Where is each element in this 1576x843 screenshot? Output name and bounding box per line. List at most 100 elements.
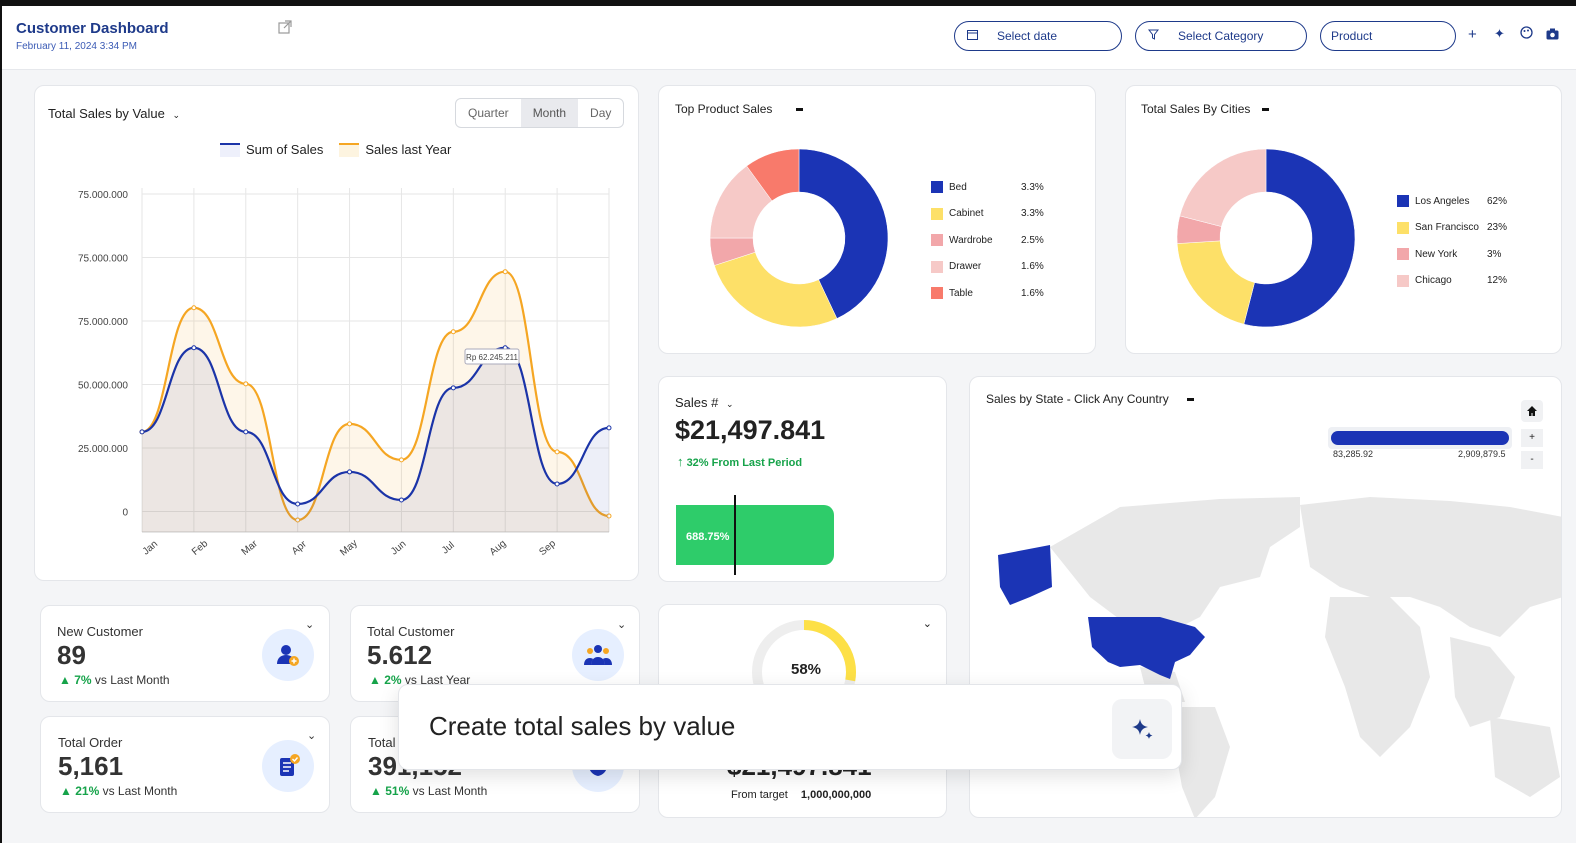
sales-line-chart: 75.000.000 75.000.000 75.000.000 50.000.000… xyxy=(78,188,612,559)
legend-item[interactable]: Cabinet 3.3% xyxy=(931,207,1044,220)
legend-item[interactable]: San Francisco 23% xyxy=(1397,221,1508,234)
legend-item[interactable]: Los Angeles 62% xyxy=(1397,195,1507,207)
legend-percent: 23% xyxy=(1487,222,1508,233)
data-point xyxy=(295,501,301,507)
minimize-icon[interactable] xyxy=(1187,398,1194,401)
progress-bar-label: 688.75% xyxy=(686,531,730,543)
sales-number-delta-text: 32% From Last Period xyxy=(686,457,803,469)
page-title: Customer Dashboard xyxy=(16,20,169,37)
legend-percent: 62% xyxy=(1487,195,1508,207)
donut-slice xyxy=(1179,148,1267,227)
category-filter[interactable]: Select Category xyxy=(1135,21,1307,51)
map-range-max: 2,909,879.5 xyxy=(1458,449,1506,459)
x-tick-label: May xyxy=(338,538,360,559)
page-timestamp: February 11, 2024 3:34 PM xyxy=(16,41,137,52)
legend-percent: 1.6% xyxy=(1021,261,1044,272)
x-tick-label: Mar xyxy=(240,538,261,558)
x-tick-label: Jan xyxy=(141,539,160,558)
cities-card: Total Sales By Cities Los Angeles 62% San … xyxy=(1125,85,1562,354)
filter-icon xyxy=(1147,29,1162,43)
user-add-icon xyxy=(262,629,314,681)
prompt-box[interactable]: Create total sales by value xyxy=(398,684,1182,770)
product-filter-label: Product xyxy=(1331,29,1373,43)
home-icon[interactable] xyxy=(1521,400,1543,422)
data-point xyxy=(398,497,404,503)
calendar-icon xyxy=(967,29,981,43)
legend-item[interactable]: Bed 3.3% xyxy=(931,181,1044,193)
legend-swatch xyxy=(1397,195,1409,207)
date-filter[interactable]: Select date xyxy=(954,21,1122,51)
legend-swatch xyxy=(1397,221,1409,234)
chevron-down-icon[interactable]: ⌄ xyxy=(307,729,316,742)
product-filter[interactable]: Product xyxy=(1320,21,1456,51)
legend-percent: 3% xyxy=(1487,248,1502,260)
prompt-text[interactable]: Create total sales by value xyxy=(429,711,735,742)
legend-label: Cabinet xyxy=(949,208,984,219)
minimize-icon[interactable] xyxy=(1262,108,1269,111)
kpi-label: Total Order xyxy=(58,735,123,750)
sales-number-card: Sales # ⌄ $21,497.841 ↑ 32% From Last Pe… xyxy=(658,376,947,582)
y-tick-label: 75.000.000 xyxy=(78,190,128,201)
legend-item[interactable]: Drawer 1.6% xyxy=(931,260,1044,273)
legend-percent: 2.5% xyxy=(1021,234,1044,246)
x-tick-label: Jun xyxy=(389,539,408,558)
kpi-delta: ▲ 21% vs Last Month xyxy=(60,784,178,798)
legend-item[interactable]: New York 3% xyxy=(1397,248,1501,260)
sparkle-icon[interactable]: ✦ xyxy=(1494,26,1505,42)
data-point xyxy=(450,385,456,391)
zoom-in-button[interactable]: + xyxy=(1521,429,1543,447)
chevron-down-icon: ⌄ xyxy=(726,399,734,409)
legend-label: Bed xyxy=(949,181,967,193)
map-title: Sales by State - Click Any Country xyxy=(986,392,1169,406)
sales-number-delta: ↑ 32% From Last Period xyxy=(677,454,802,469)
legend-label: San Francisco xyxy=(1415,222,1479,233)
kpi-value: 5,161 xyxy=(58,751,124,781)
chevron-down-icon[interactable]: ⌄ xyxy=(617,618,626,631)
legend-item[interactable]: Wardrobe 2.5% xyxy=(931,234,1044,246)
sales-number-title[interactable]: Sales # ⌄ xyxy=(675,395,734,410)
x-tick-label: Sep xyxy=(537,538,558,558)
open-external-icon[interactable] xyxy=(278,20,292,37)
legend-swatch xyxy=(931,287,943,299)
legend-label: Drawer xyxy=(949,261,982,272)
gauge-percent: 58% xyxy=(791,661,822,678)
y-tick-label: 0 xyxy=(122,508,128,519)
add-icon[interactable]: + xyxy=(1468,26,1477,43)
legend-percent: 1.6% xyxy=(1021,287,1044,299)
legend-percent: 3.3% xyxy=(1021,208,1044,219)
minimize-icon[interactable] xyxy=(796,108,803,111)
data-point xyxy=(398,457,404,463)
data-point xyxy=(191,345,197,351)
map-range-fill xyxy=(1331,431,1509,445)
chevron-down-icon[interactable]: ⌄ xyxy=(305,618,314,631)
palette-icon[interactable] xyxy=(1520,26,1533,44)
donut-slice xyxy=(714,251,838,328)
legend-label: Chicago xyxy=(1415,275,1452,286)
data-point xyxy=(502,269,508,275)
legend-label: New York xyxy=(1415,248,1458,260)
data-point xyxy=(243,429,249,435)
legend-item[interactable]: Table 1.6% xyxy=(931,287,1044,299)
kpi-delta: ▲ 51% vs Last Month xyxy=(370,784,488,798)
top-product-card: Top Product Sales Bed 3.3% Cabinet 3.3% Ward… xyxy=(658,85,1096,354)
kpi-delta-pct: 21% xyxy=(75,784,100,798)
x-tick-label: Jul xyxy=(440,540,457,557)
x-tick-label: Feb xyxy=(190,538,211,558)
legend-swatch xyxy=(1397,274,1409,287)
kpi-delta-pct: 2% xyxy=(384,673,402,687)
region-alaska[interactable] xyxy=(998,545,1052,605)
y-tick-label: 50.000.000 xyxy=(78,381,128,392)
top-product-title: Top Product Sales xyxy=(675,102,773,116)
cities-title: Total Sales By Cities xyxy=(1141,102,1251,116)
zoom-out-button[interactable]: - xyxy=(1521,451,1543,469)
kpi-label: Total xyxy=(368,735,396,750)
sales-number-title-text: Sales # xyxy=(675,395,719,410)
data-point xyxy=(243,381,249,387)
progress-target-marker xyxy=(734,495,736,575)
chevron-down-icon[interactable]: ⌄ xyxy=(923,617,932,630)
generate-button[interactable] xyxy=(1112,699,1172,759)
camera-icon[interactable] xyxy=(1546,27,1559,45)
legend-item[interactable]: Chicago 12% xyxy=(1397,274,1507,287)
legend-swatch xyxy=(931,181,943,193)
data-point xyxy=(450,329,456,335)
